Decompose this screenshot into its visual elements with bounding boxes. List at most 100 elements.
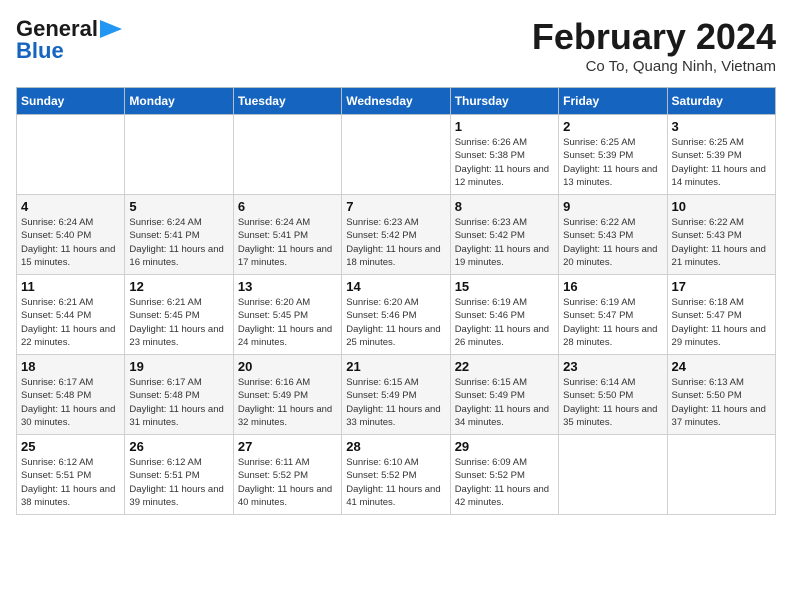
weekday-header-row: SundayMondayTuesdayWednesdayThursdayFrid… [17, 88, 776, 115]
calendar-cell [342, 115, 450, 195]
day-number: 24 [672, 359, 771, 374]
day-number: 11 [21, 279, 120, 294]
day-detail: Sunrise: 6:23 AMSunset: 5:42 PMDaylight:… [346, 216, 445, 269]
weekday-header-tuesday: Tuesday [233, 88, 341, 115]
day-detail: Sunrise: 6:24 AMSunset: 5:41 PMDaylight:… [129, 216, 228, 269]
calendar-cell: 5Sunrise: 6:24 AMSunset: 5:41 PMDaylight… [125, 195, 233, 275]
calendar-week-row: 11 Sunrise: 6:21 AMSunset: 5:44 PMDayligh… [17, 275, 776, 355]
logo-arrow-icon [100, 20, 122, 38]
calendar-cell: 1 Sunrise: 6:26 AMSunset: 5:38 PMDaylight… [450, 115, 558, 195]
day-detail: Sunrise: 6:20 AMSunset: 5:46 PMDaylight:… [346, 296, 445, 349]
calendar-cell: 4 Sunrise: 6:24 AMSunset: 5:40 PMDaylight… [17, 195, 125, 275]
calendar-cell: 14 Sunrise: 6:20 AMSunset: 5:46 PMDayligh… [342, 275, 450, 355]
calendar-cell: 7 Sunrise: 6:23 AMSunset: 5:42 PMDaylight… [342, 195, 450, 275]
day-detail: Sunrise: 6:12 AMSunset: 5:51 PMDaylight:… [21, 456, 120, 509]
day-number: 13 [238, 279, 337, 294]
calendar-cell [233, 115, 341, 195]
calendar-cell: 21 Sunrise: 6:15 AMSunset: 5:49 PMDayligh… [342, 355, 450, 435]
calendar-cell: 12 Sunrise: 6:21 AMSunset: 5:45 PMDayligh… [125, 275, 233, 355]
day-detail: Sunrise: 6:11 AMSunset: 5:52 PMDaylight:… [238, 456, 337, 509]
day-detail: Sunrise: 6:13 AMSunset: 5:50 PMDaylight:… [672, 376, 771, 429]
calendar-cell: 22 Sunrise: 6:15 AMSunset: 5:49 PMDayligh… [450, 355, 558, 435]
calendar-cell: 18 Sunrise: 6:17 AMSunset: 5:48 PMDayligh… [17, 355, 125, 435]
calendar-cell [667, 435, 775, 515]
calendar-cell: 20 Sunrise: 6:16 AMSunset: 5:49 PMDayligh… [233, 355, 341, 435]
day-number: 1 [455, 119, 554, 134]
day-number: 19 [129, 359, 228, 374]
day-detail: Sunrise: 6:17 AMSunset: 5:48 PMDaylight:… [21, 376, 120, 429]
day-detail: Sunrise: 6:25 AMSunset: 5:39 PMDaylight:… [672, 136, 771, 189]
day-number: 27 [238, 439, 337, 454]
weekday-header-monday: Monday [125, 88, 233, 115]
calendar-cell: 23Sunrise: 6:14 AMSunset: 5:50 PMDayligh… [559, 355, 667, 435]
day-detail: Sunrise: 6:21 AMSunset: 5:45 PMDaylight:… [129, 296, 228, 349]
location: Co To, Quang Ninh, Vietnam [532, 58, 776, 75]
day-detail: Sunrise: 6:22 AMSunset: 5:43 PMDaylight:… [563, 216, 662, 269]
day-number: 21 [346, 359, 445, 374]
day-detail: Sunrise: 6:19 AMSunset: 5:47 PMDaylight:… [563, 296, 662, 349]
calendar-week-row: 4 Sunrise: 6:24 AMSunset: 5:40 PMDaylight… [17, 195, 776, 275]
calendar-cell: 28 Sunrise: 6:10 AMSunset: 5:52 PMDayligh… [342, 435, 450, 515]
day-number: 4 [21, 199, 120, 214]
calendar-cell: 16 Sunrise: 6:19 AMSunset: 5:47 PMDayligh… [559, 275, 667, 355]
day-number: 8 [455, 199, 554, 214]
day-number: 18 [21, 359, 120, 374]
day-number: 9 [563, 199, 662, 214]
calendar-cell: 26Sunrise: 6:12 AMSunset: 5:51 PMDayligh… [125, 435, 233, 515]
calendar-week-row: 18 Sunrise: 6:17 AMSunset: 5:48 PMDayligh… [17, 355, 776, 435]
day-number: 17 [672, 279, 771, 294]
day-number: 28 [346, 439, 445, 454]
calendar-cell: 6 Sunrise: 6:24 AMSunset: 5:41 PMDaylight… [233, 195, 341, 275]
day-number: 29 [455, 439, 554, 454]
day-number: 15 [455, 279, 554, 294]
month-title: February 2024 [532, 16, 776, 58]
day-detail: Sunrise: 6:24 AMSunset: 5:41 PMDaylight:… [238, 216, 337, 269]
calendar-cell: 8 Sunrise: 6:23 AMSunset: 5:42 PMDaylight… [450, 195, 558, 275]
weekday-header-sunday: Sunday [17, 88, 125, 115]
day-detail: Sunrise: 6:25 AMSunset: 5:39 PMDaylight:… [563, 136, 662, 189]
calendar-cell: 27 Sunrise: 6:11 AMSunset: 5:52 PMDayligh… [233, 435, 341, 515]
day-detail: Sunrise: 6:24 AMSunset: 5:40 PMDaylight:… [21, 216, 120, 269]
day-number: 20 [238, 359, 337, 374]
weekday-header-saturday: Saturday [667, 88, 775, 115]
calendar-cell: 3Sunrise: 6:25 AMSunset: 5:39 PMDaylight… [667, 115, 775, 195]
day-detail: Sunrise: 6:20 AMSunset: 5:45 PMDaylight:… [238, 296, 337, 349]
day-number: 25 [21, 439, 120, 454]
day-number: 12 [129, 279, 228, 294]
calendar-cell: 13 Sunrise: 6:20 AMSunset: 5:45 PMDayligh… [233, 275, 341, 355]
calendar-cell: 29 Sunrise: 6:09 AMSunset: 5:52 PMDayligh… [450, 435, 558, 515]
day-detail: Sunrise: 6:15 AMSunset: 5:49 PMDaylight:… [346, 376, 445, 429]
weekday-header-friday: Friday [559, 88, 667, 115]
calendar-cell: 15 Sunrise: 6:19 AMSunset: 5:46 PMDayligh… [450, 275, 558, 355]
day-detail: Sunrise: 6:17 AMSunset: 5:48 PMDaylight:… [129, 376, 228, 429]
day-number: 23 [563, 359, 662, 374]
day-number: 6 [238, 199, 337, 214]
day-detail: Sunrise: 6:10 AMSunset: 5:52 PMDaylight:… [346, 456, 445, 509]
day-number: 22 [455, 359, 554, 374]
calendar-week-row: 25 Sunrise: 6:12 AMSunset: 5:51 PMDayligh… [17, 435, 776, 515]
title-section: February 2024 Co To, Quang Ninh, Vietnam [532, 16, 776, 75]
day-detail: Sunrise: 6:18 AMSunset: 5:47 PMDaylight:… [672, 296, 771, 349]
day-number: 16 [563, 279, 662, 294]
day-detail: Sunrise: 6:16 AMSunset: 5:49 PMDaylight:… [238, 376, 337, 429]
calendar-cell [559, 435, 667, 515]
day-detail: Sunrise: 6:19 AMSunset: 5:46 PMDaylight:… [455, 296, 554, 349]
calendar-cell: 11 Sunrise: 6:21 AMSunset: 5:44 PMDayligh… [17, 275, 125, 355]
weekday-header-wednesday: Wednesday [342, 88, 450, 115]
calendar-cell: 9 Sunrise: 6:22 AMSunset: 5:43 PMDaylight… [559, 195, 667, 275]
day-detail: Sunrise: 6:21 AMSunset: 5:44 PMDaylight:… [21, 296, 120, 349]
day-number: 26 [129, 439, 228, 454]
calendar-cell [17, 115, 125, 195]
calendar-week-row: 1 Sunrise: 6:26 AMSunset: 5:38 PMDaylight… [17, 115, 776, 195]
day-number: 14 [346, 279, 445, 294]
day-detail: Sunrise: 6:26 AMSunset: 5:38 PMDaylight:… [455, 136, 554, 189]
day-detail: Sunrise: 6:22 AMSunset: 5:43 PMDaylight:… [672, 216, 771, 269]
calendar-cell: 25 Sunrise: 6:12 AMSunset: 5:51 PMDayligh… [17, 435, 125, 515]
day-detail: Sunrise: 6:15 AMSunset: 5:49 PMDaylight:… [455, 376, 554, 429]
weekday-header-thursday: Thursday [450, 88, 558, 115]
day-number: 7 [346, 199, 445, 214]
day-detail: Sunrise: 6:09 AMSunset: 5:52 PMDaylight:… [455, 456, 554, 509]
page-header: General Blue February 2024 Co To, Quang … [16, 16, 776, 75]
day-detail: Sunrise: 6:23 AMSunset: 5:42 PMDaylight:… [455, 216, 554, 269]
calendar-cell [125, 115, 233, 195]
